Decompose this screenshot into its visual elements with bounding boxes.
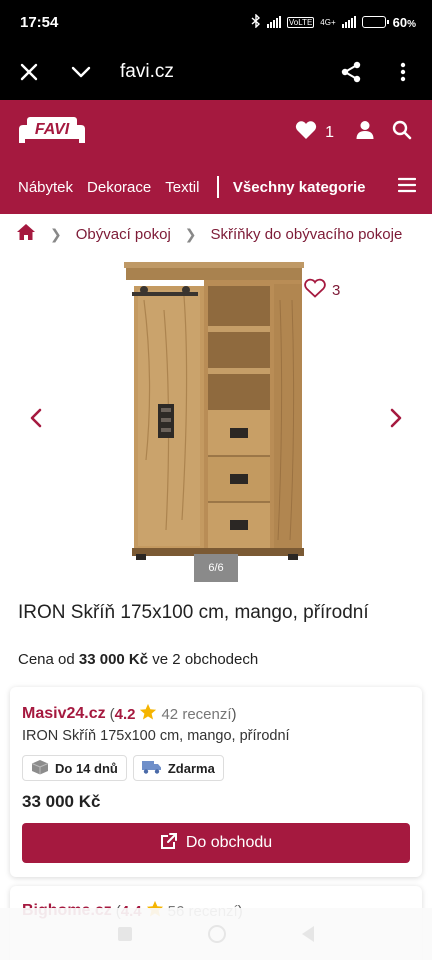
- close-icon[interactable]: [16, 59, 42, 85]
- truck-icon: [141, 760, 162, 777]
- browser-toolbar: favi.cz: [0, 44, 432, 100]
- shop-name[interactable]: Masiv24.cz: [22, 705, 106, 723]
- favorites-count[interactable]: 1: [325, 124, 334, 142]
- back-icon[interactable]: [302, 926, 314, 942]
- home-button-icon[interactable]: [208, 925, 226, 943]
- heart-icon[interactable]: [295, 120, 317, 145]
- chevron-down-icon[interactable]: [68, 59, 94, 85]
- product-image[interactable]: [124, 260, 310, 577]
- breadcrumb: ❯ Obývací pokoj ❯ Skříňky do obývacího p…: [16, 222, 422, 246]
- status-time: 17:54: [20, 13, 59, 31]
- bluetooth-icon: [251, 12, 261, 31]
- signal-icon: [266, 16, 281, 28]
- gallery-next-arrow-icon[interactable]: [386, 404, 406, 432]
- status-bar: 17:54 VoLTE 4G+ 60%: [0, 0, 432, 44]
- go-to-shop-label: Do obchodu: [185, 834, 273, 851]
- url-text[interactable]: favi.cz: [120, 61, 338, 83]
- user-icon[interactable]: [356, 120, 374, 145]
- battery-level: 60%: [392, 14, 416, 30]
- favorite-toggle[interactable]: 3: [304, 278, 340, 302]
- price-summary: Cena od 33 000 Kč ve 2 obchodech: [18, 651, 258, 668]
- external-link-icon: [160, 832, 178, 855]
- favi-logo[interactable]: FAVI: [17, 115, 87, 149]
- recents-icon[interactable]: [118, 927, 132, 941]
- nav-item-nabytek[interactable]: Nábytek: [18, 179, 73, 196]
- category-nav: Nábytek Dekorace Textil Všechny kategori…: [18, 176, 417, 198]
- system-navigation-bar: [0, 908, 432, 960]
- shipping-badge: Zdarma: [132, 755, 224, 781]
- go-to-shop-button[interactable]: Do obchodu: [22, 823, 410, 863]
- star-icon: [139, 703, 157, 725]
- shop-rating: 4.2: [114, 705, 136, 723]
- product-gallery: 3 6/6: [0, 254, 432, 584]
- offer-product-name: IRON Skříň 175x100 cm, mango, přírodní: [22, 728, 290, 744]
- volte-icon: VoLTE: [286, 16, 315, 28]
- battery-icon: [361, 16, 389, 28]
- price-prefix: Cena od: [18, 651, 75, 668]
- delivery-time-badge: Do 14 dnů: [22, 755, 127, 781]
- all-categories-link[interactable]: Všechny kategorie: [233, 179, 366, 196]
- offer-tags: Do 14 dnů Zdarma: [22, 755, 224, 781]
- more-vertical-icon[interactable]: [390, 59, 416, 85]
- signal-icon-2: [341, 16, 356, 28]
- review-count[interactable]: 42 recenzí: [161, 706, 231, 723]
- nav-item-dekorace[interactable]: Dekorace: [87, 179, 151, 196]
- shop-info: Masiv24.cz ( 4.2 42 recenzí ): [22, 703, 237, 725]
- nav-divider: [217, 176, 219, 198]
- product-title: IRON Skříň 175x100 cm, mango, přírodní: [18, 602, 369, 623]
- price-value: 33 000 Kč: [78, 651, 149, 668]
- home-icon[interactable]: [16, 223, 36, 245]
- svg-text:FAVI: FAVI: [35, 121, 70, 138]
- package-icon: [31, 759, 49, 778]
- hamburger-menu-icon[interactable]: [397, 177, 417, 197]
- delivery-time-text: Do 14 dnů: [55, 760, 118, 776]
- battery-indicator: 60%: [361, 14, 416, 30]
- shipping-text: Zdarma: [167, 760, 215, 776]
- chevron-right-icon: ❯: [184, 225, 197, 242]
- nav-item-textil[interactable]: Textil: [165, 179, 199, 196]
- search-icon[interactable]: [392, 120, 412, 145]
- chevron-right-icon: ❯: [50, 225, 62, 242]
- favorite-count: 3: [332, 281, 341, 299]
- offer-price: 33 000 Kč: [22, 792, 101, 811]
- network-type: 4G+: [320, 17, 336, 27]
- header-actions: 1: [295, 120, 412, 145]
- share-icon[interactable]: [338, 59, 364, 85]
- site-header: FAVI 1 Nábytek Dekorace Textil Všechny k…: [0, 100, 432, 214]
- heart-outline-icon[interactable]: [304, 278, 326, 302]
- offer-card: Masiv24.cz ( 4.2 42 recenzí ) IRON Skříň…: [10, 687, 422, 877]
- status-icons: VoLTE 4G+ 60%: [251, 12, 416, 31]
- gallery-prev-arrow-icon[interactable]: [26, 404, 46, 432]
- breadcrumb-item-obyvaci-pokoj[interactable]: Obývací pokoj: [76, 226, 171, 243]
- price-suffix: ve 2 obchodech: [152, 651, 259, 668]
- breadcrumb-item-skrinky[interactable]: Skříňky do obývacího pokoje: [211, 226, 403, 243]
- image-counter: 6/6: [194, 554, 238, 582]
